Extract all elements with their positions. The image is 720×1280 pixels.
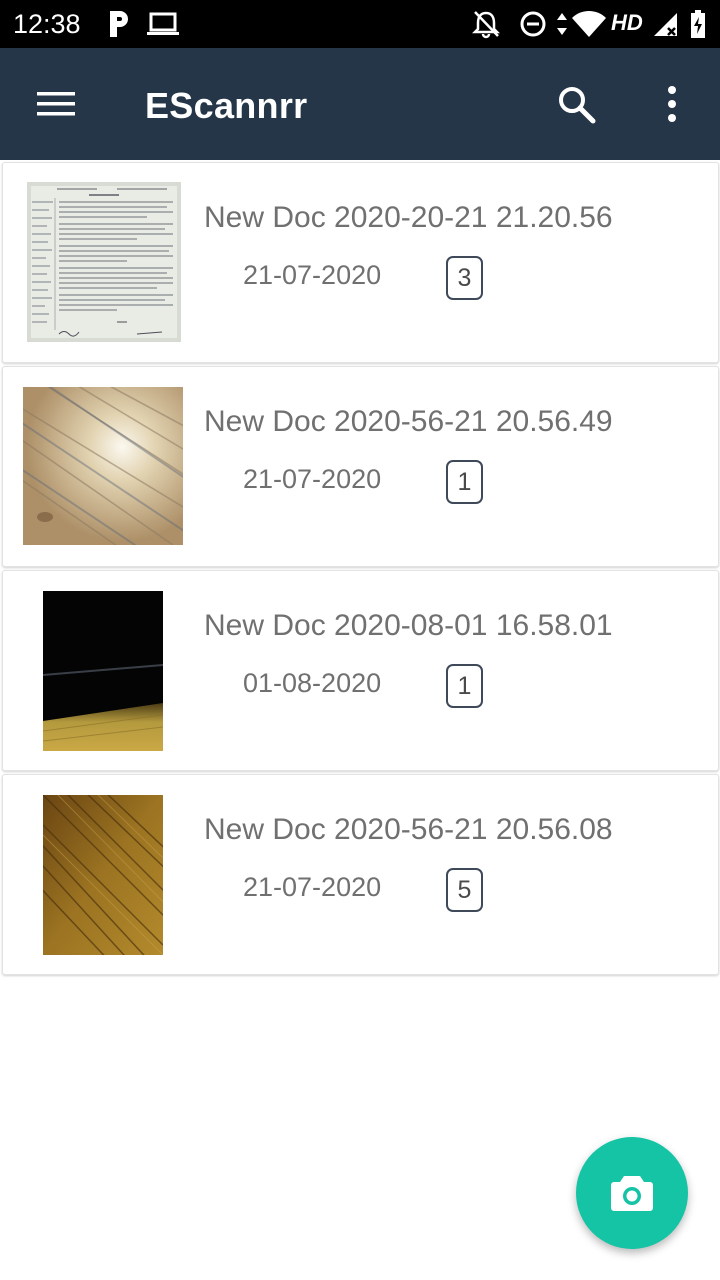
page-count-badge: 3 — [446, 256, 483, 300]
status-time: 12:38 — [13, 9, 81, 39]
document-title: New Doc 2020-56-21 20.56.49 — [204, 405, 613, 438]
document-thumbnail — [43, 795, 163, 955]
document-date: 21-07-2020 — [243, 260, 382, 290]
laptop-icon — [147, 12, 179, 35]
document-title: New Doc 2020-56-21 20.56.08 — [204, 813, 613, 846]
scan-camera-button[interactable] — [576, 1137, 688, 1249]
document-item[interactable]: New Doc 2020-20-21 21.20.56 21-07-2020 3 — [2, 162, 719, 363]
more-options-button[interactable] — [650, 76, 694, 132]
document-date: 21-07-2020 — [243, 464, 382, 494]
more-vert-icon — [668, 86, 676, 122]
wifi-icon — [572, 10, 606, 37]
document-thumbnail — [23, 387, 183, 545]
page-count-badge: 1 — [446, 664, 483, 708]
document-item[interactable]: New Doc 2020-56-21 20.56.49 21-07-2020 1 — [2, 366, 719, 567]
camera-icon — [611, 1176, 653, 1211]
document-date: 21-07-2020 — [243, 872, 382, 902]
do-not-disturb-icon — [520, 11, 546, 37]
document-item[interactable]: New Doc 2020-56-21 20.56.08 21-07-2020 5 — [2, 774, 719, 975]
app-title: EScannrr — [145, 85, 308, 126]
data-arrows-icon — [557, 13, 567, 35]
page-count-badge: 5 — [446, 868, 483, 912]
document-title: New Doc 2020-08-01 16.58.01 — [204, 609, 613, 642]
status-bar: 12:38 HD — [0, 0, 720, 48]
app-bar: EScannrr — [0, 48, 720, 160]
document-thumbnail — [43, 591, 163, 751]
document-item[interactable]: New Doc 2020-08-01 16.58.01 01-08-2020 1 — [2, 570, 719, 771]
network-type-label: HD — [611, 10, 643, 35]
document-title: New Doc 2020-20-21 21.20.56 — [204, 201, 613, 234]
menu-icon — [37, 92, 75, 116]
menu-button[interactable] — [28, 76, 84, 132]
page-count-badge: 1 — [446, 460, 483, 504]
app-screen: 12:38 HD EScannrr New Doc 2020-20-21 21.… — [0, 0, 720, 1280]
search-button[interactable] — [548, 76, 604, 132]
document-date: 01-08-2020 — [243, 668, 382, 698]
battery-charging-icon — [691, 10, 705, 38]
notifications-off-icon — [472, 11, 500, 39]
search-icon — [559, 87, 596, 124]
parking-icon — [110, 11, 128, 37]
cell-signal-icon — [654, 13, 677, 36]
document-thumbnail — [27, 182, 181, 342]
